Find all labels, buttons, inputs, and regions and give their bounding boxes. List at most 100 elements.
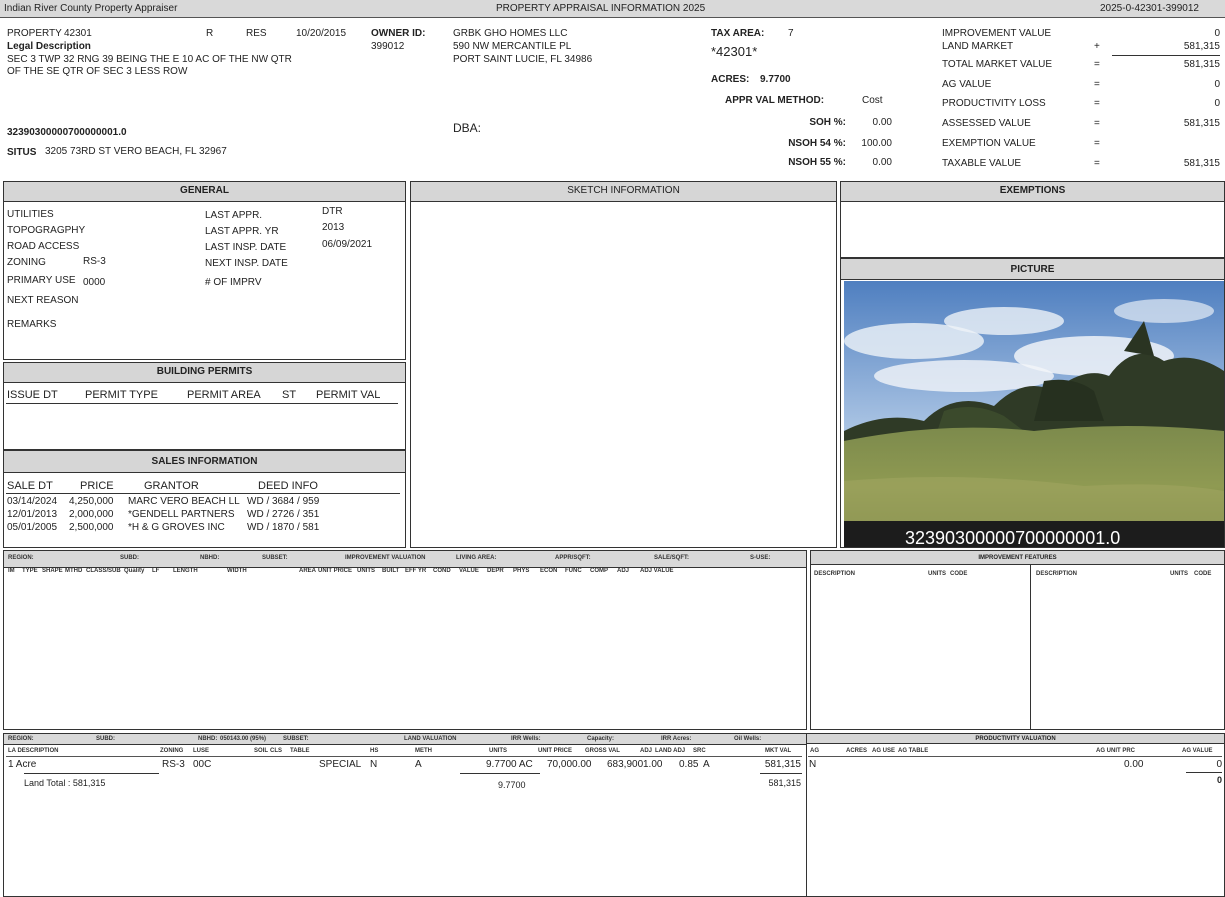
value-assessed: 581,315	[1183, 118, 1220, 129]
land-col-mkt-val: MKT VAL	[765, 748, 792, 754]
value-op-exemption: =	[1094, 138, 1100, 149]
land-col-meth: METH	[415, 748, 432, 754]
value-productivity-loss: 0	[1214, 98, 1220, 109]
land-row-mkt: 581,315	[764, 759, 801, 770]
impr-valuation-label: IMPROVEMENT VALUATION	[345, 555, 426, 561]
land-total-line-units	[460, 773, 540, 774]
impr-col-comp: COMP	[590, 568, 608, 574]
soh-label: SOH %:	[809, 117, 846, 128]
nsoh55-value: 0.00	[872, 157, 892, 168]
permits-col-issue-dt: ISSUE DT	[7, 389, 58, 401]
land-row-src: A	[703, 759, 710, 770]
impr-col-econ: ECON	[540, 568, 558, 574]
value-total-market: 581,315	[1183, 59, 1220, 70]
tax-area-label: TAX AREA:	[711, 28, 765, 39]
impr-col-mthd: MTHD	[65, 568, 83, 574]
prod-col-acres: ACRES	[846, 748, 868, 754]
report-id: 2025-0-42301-399012	[1100, 3, 1199, 14]
land-row-units: 9.7700 AC	[486, 759, 533, 770]
county-name: Indian River County Property Appraiser	[4, 3, 178, 14]
land-subd-label: SUBD:	[96, 736, 115, 742]
land-irr-wells-label: IRR Wells:	[511, 736, 541, 742]
land-total-line-desc	[24, 773, 159, 774]
impr-col-built: BUILT	[382, 568, 400, 574]
legal-line-1: SEC 3 TWP 32 RNG 39 BEING THE E 10 AC OF…	[7, 54, 292, 65]
impr-col-value: VALUE	[459, 568, 479, 574]
utilities-label: UTILITIES	[7, 209, 54, 220]
impr-col-quality: Quality	[124, 568, 145, 574]
value-improvement: 0	[1214, 28, 1220, 39]
photo-image	[844, 281, 1224, 547]
impr-s-use-label: S-USE:	[750, 555, 771, 561]
legal-line-2: OF THE SE QTR OF SEC 3 LESS ROW	[7, 66, 188, 77]
land-row-luse: 00C	[193, 759, 212, 770]
road-access-label: ROAD ACCESS	[7, 241, 80, 252]
last-appr-yr-label: LAST APPR. YR	[205, 226, 279, 237]
picture-caption: 32390300000700000001.0	[905, 528, 1121, 548]
land-col-table: TABLE	[290, 748, 310, 754]
parcel-id: 32390300000700000001.0	[7, 127, 127, 138]
sales-col-deed: DEED INFO	[258, 480, 318, 492]
value-label-land-market: LAND MARKET	[942, 41, 1014, 52]
impr-subset-label: SUBSET:	[262, 555, 288, 561]
permits-col-st: ST	[282, 389, 297, 401]
general-header: GENERAL	[4, 182, 405, 202]
features-panel	[810, 550, 1225, 730]
last-appr-label: LAST APPR.	[205, 210, 263, 221]
land-col-cls: CLS	[270, 748, 282, 754]
value-label-exemption: EXEMPTION VALUE	[942, 138, 1036, 149]
features-header: IMPROVEMENT FEATURES	[811, 551, 1224, 565]
property-class: RES	[246, 28, 267, 39]
general-panel	[3, 181, 406, 360]
last-insp-label: LAST INSP. DATE	[205, 242, 287, 253]
owner-id: 399012	[371, 41, 405, 52]
value-op-taxable: =	[1094, 158, 1100, 169]
value-label-ag: AG VALUE	[942, 79, 992, 90]
appr-method-label: APPR VAL METHOD:	[725, 95, 825, 106]
features-col-description-1: DESCRIPTION	[814, 571, 856, 577]
acres-label: ACRES:	[711, 74, 750, 85]
next-insp-label: NEXT INSP. DATE	[205, 258, 288, 269]
sale-row-2-price: 2,000,000	[69, 509, 114, 520]
land-row-gross: 683,900	[607, 759, 644, 770]
prod-row-ag: N	[809, 759, 817, 770]
value-sum-line	[1112, 55, 1220, 56]
value-label-productivity-loss: PRODUCTIVITY LOSS	[942, 98, 1046, 109]
zoning-label: ZONING	[7, 257, 46, 268]
value-ag: 0	[1214, 79, 1220, 90]
num-imprv-label: # OF IMPRV	[205, 277, 262, 288]
impr-col-width: WIDTH	[227, 568, 247, 574]
land-row-unit-price: 70,000.00	[547, 759, 592, 770]
value-op-land-market: +	[1094, 41, 1100, 52]
land-col-soil: SOIL	[254, 748, 269, 754]
impr-region-label: REGION:	[8, 555, 34, 561]
sale-row-3-date: 05/01/2005	[7, 522, 58, 533]
impr-living-area-label: LIVING AREA:	[456, 555, 497, 561]
prod-col-ag-unit-prc: AG UNIT PRC	[1096, 748, 1135, 754]
impr-col-depr: DEPR	[487, 568, 504, 574]
land-col-units: UNITS	[489, 748, 507, 754]
situs-address: 3205 73RD ST VERO BEACH, FL 32967	[45, 146, 227, 157]
property-photo	[844, 281, 1224, 547]
productivity-header: PRODUCTIVITY VALUATION	[807, 734, 1224, 744]
impr-sale-sqft-label: SALE/SQFT:	[654, 555, 690, 561]
land-row-hs: N	[370, 759, 378, 770]
nsoh54-value: 100.00	[861, 138, 892, 149]
land-nbhd-label: NBHD:	[198, 736, 218, 742]
impr-subd-label: SUBD:	[120, 555, 139, 561]
features-col-code-1: CODE	[950, 571, 968, 577]
primary-use-value: 0000	[83, 277, 106, 288]
land-capacity-label: Capacity:	[587, 736, 615, 742]
value-label-improvement: IMPROVEMENT VALUE	[942, 28, 1052, 39]
dba-label: DBA:	[453, 121, 482, 135]
legal-description-label: Legal Description	[7, 41, 91, 52]
prod-row-value: 0	[1216, 759, 1222, 770]
sale-row-2-deed: WD / 2726 / 351	[247, 509, 320, 520]
property-type-code: R	[206, 28, 214, 39]
land-col-adj: ADJ	[640, 748, 653, 754]
last-insp-value: 06/09/2021	[322, 239, 373, 250]
land-col-land-adj: LAND ADJ	[655, 748, 686, 754]
value-label-total-market: TOTAL MARKET VALUE	[942, 59, 1053, 70]
topography-label: TOPOGRAGPHY	[7, 225, 86, 236]
report-title: PROPERTY APPRAISAL INFORMATION 2025	[496, 3, 706, 14]
